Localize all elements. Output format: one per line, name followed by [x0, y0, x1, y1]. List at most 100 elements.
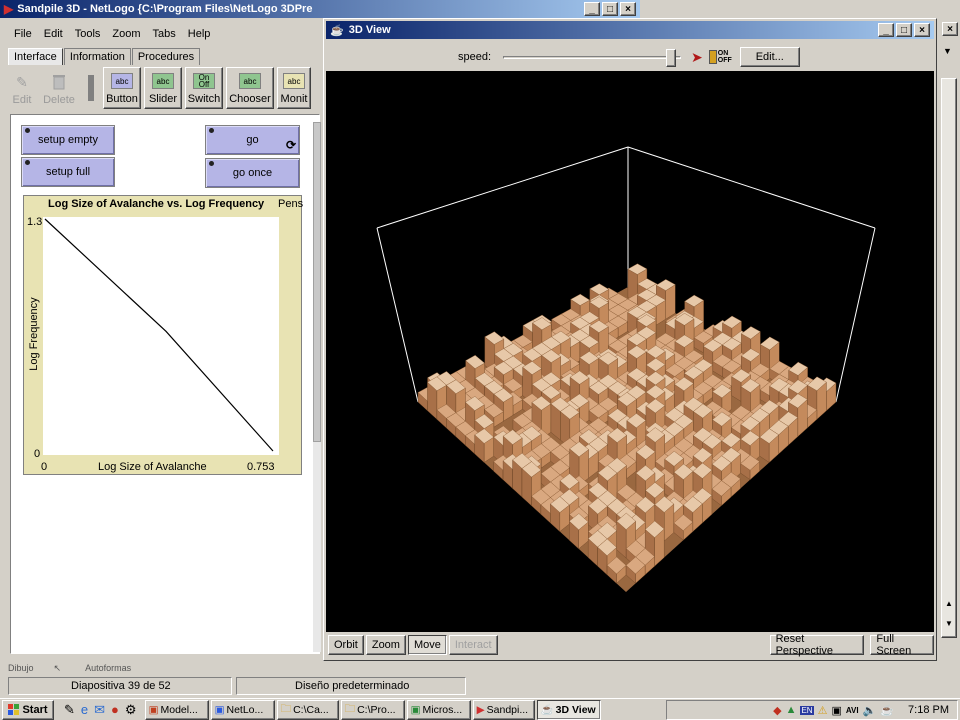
view3d-title-bar[interactable]: ☕ 3D View _ □ ×: [326, 21, 934, 39]
sandpile-3d-scene: [376, 146, 876, 592]
folder-icon: 🗀: [344, 702, 356, 715]
start-button[interactable]: Start: [2, 699, 54, 720]
y-tick-max: 1.3: [27, 216, 43, 228]
quick-launch: ✎ e ✉ ● ⚙: [64, 702, 137, 718]
bounding-box-edge: [627, 146, 876, 229]
task-folder-ca[interactable]: 🗀 C:\Ca...: [276, 699, 339, 720]
view3d-canvas[interactable]: [326, 71, 934, 632]
view3d-controls: speed: ➤ ON OFF Edit...: [324, 43, 936, 71]
forever-loop-icon: ⟳: [285, 138, 296, 152]
button-indicator-icon: [209, 128, 214, 133]
tray-java-icon[interactable]: ☕: [880, 704, 894, 717]
reset-perspective-button[interactable]: Reset Perspective: [769, 633, 865, 657]
draw-menu[interactable]: Dibujo: [8, 663, 34, 673]
full-screen-button[interactable]: Full Screen: [870, 633, 934, 657]
go-once-button[interactable]: go once: [205, 158, 300, 188]
tray-monitor-icon[interactable]: ▣: [831, 704, 841, 717]
plot-pens-label[interactable]: Pens: [278, 198, 303, 210]
task-3d-view[interactable]: ☕ 3D View: [536, 699, 601, 720]
edit-pad-icon[interactable]: ✎: [64, 702, 75, 718]
view3d-window: ☕ 3D View _ □ × speed: ➤ ON OFF Edit... O…: [323, 18, 937, 661]
background-scrollbar[interactable]: ▲ ▼: [941, 78, 957, 638]
tray-shield-icon[interactable]: ◆: [773, 704, 781, 717]
setup-empty-button[interactable]: setup empty: [21, 125, 115, 155]
speed-slider-thumb[interactable]: [666, 49, 677, 67]
add-slider-tool[interactable]: abc Slider: [144, 67, 182, 109]
minimize-icon[interactable]: _: [878, 23, 894, 37]
word-icon: ▣: [214, 703, 225, 716]
zoom-button[interactable]: Zoom: [365, 635, 406, 655]
switch-widget-icon: On Off: [193, 73, 215, 89]
delete-tool-button[interactable]: Delete: [39, 67, 79, 109]
pencil-icon: ✎: [16, 73, 28, 90]
task-sandpile[interactable]: ▶ Sandpi...: [472, 699, 535, 720]
scrollbar-thumb[interactable]: [313, 122, 321, 442]
system-tray: ◆ ▲ EN ⚠ ▣ AVI 🔈 ☕ 7:18 PM: [666, 700, 958, 720]
display-switch-icon[interactable]: ON OFF: [708, 50, 732, 64]
speed-slider-track: [503, 56, 682, 59]
clock: 7:18 PM: [908, 704, 949, 716]
tab-information[interactable]: Information: [63, 48, 131, 65]
task-folder-pro[interactable]: 🗀 C:\Pro...: [340, 699, 405, 720]
interface-scrollbar[interactable]: [313, 122, 321, 652]
select-arrow-icon[interactable]: ↖: [54, 663, 62, 674]
menu-zoom[interactable]: Zoom: [106, 26, 146, 42]
x-tick-min: 0: [41, 461, 48, 473]
media-icon[interactable]: ●: [111, 702, 119, 718]
tray-network-icon[interactable]: ▲: [786, 704, 797, 716]
minimize-icon[interactable]: _: [584, 2, 600, 16]
settings-icon[interactable]: ⚙: [125, 702, 137, 718]
scroll-up-icon[interactable]: ▲: [945, 599, 953, 608]
bounding-box-edge: [835, 227, 876, 403]
menu-tabs[interactable]: Tabs: [147, 26, 182, 42]
tray-lang-icon[interactable]: EN: [800, 705, 814, 715]
excel-icon: ▣: [410, 703, 421, 716]
maximize-icon[interactable]: □: [602, 2, 618, 16]
edit-button[interactable]: Edit...: [739, 47, 800, 67]
outlook-icon[interactable]: ✉: [94, 702, 105, 718]
tab-interface[interactable]: Interface: [8, 48, 63, 65]
netlogo-title-bar[interactable]: ▶ Sandpile 3D - NetLogo {C:\Program File…: [0, 0, 640, 18]
task-model[interactable]: ▣ Model...: [144, 699, 209, 720]
avalanche-plot[interactable]: Log Size of Avalanche vs. Log Frequency …: [23, 195, 303, 475]
drawing-toolbar: Dibujo ↖ Autoformas: [0, 662, 960, 674]
chevron-down-icon[interactable]: ▼: [943, 46, 952, 56]
close-icon[interactable]: ×: [914, 23, 930, 37]
x-axis-label: Log Size of Avalanche: [98, 461, 207, 473]
view3d-window-title: 3D View: [348, 24, 391, 36]
scroll-down-icon[interactable]: ▼: [945, 619, 953, 628]
menu-help[interactable]: Help: [182, 26, 217, 42]
close-icon[interactable]: ×: [620, 2, 636, 16]
add-button-tool[interactable]: abc Button: [103, 67, 141, 109]
menu-tools[interactable]: Tools: [69, 26, 107, 42]
tab-procedures[interactable]: Procedures: [131, 48, 201, 65]
task-netlogo-doc[interactable]: ▣ NetLo...: [210, 699, 275, 720]
speed-arrow-icon[interactable]: ➤: [691, 49, 703, 66]
status-bar: Diapositiva 39 de 52 Diseño predetermina…: [0, 676, 960, 696]
tray-warning-icon[interactable]: ⚠: [818, 704, 828, 717]
orbit-button[interactable]: Orbit: [328, 635, 364, 655]
speed-label: speed:: [458, 51, 492, 63]
menu-file[interactable]: File: [8, 26, 38, 42]
setup-full-button[interactable]: setup full: [21, 157, 115, 187]
button-widget-icon: abc: [111, 73, 133, 89]
add-monitor-tool[interactable]: abc Monit: [277, 67, 311, 109]
background-window-edge: × ▼ ▲ ▼: [937, 18, 960, 663]
close-icon[interactable]: ×: [942, 22, 958, 36]
add-chooser-tool[interactable]: abc Chooser: [226, 67, 274, 109]
plot-line-svg: [44, 218, 274, 452]
maximize-icon[interactable]: □: [896, 23, 912, 37]
go-button[interactable]: go ⟳: [205, 125, 300, 155]
monitor-widget-icon: abc: [283, 73, 305, 89]
move-button[interactable]: Move: [407, 635, 447, 655]
edit-tool-button[interactable]: ✎ Edit: [8, 67, 36, 109]
add-switch-tool[interactable]: On Off Switch: [185, 67, 223, 109]
menu-edit[interactable]: Edit: [38, 26, 69, 42]
tray-avi-icon[interactable]: AVI: [846, 706, 859, 715]
speed-slider[interactable]: [503, 47, 683, 67]
task-microsoft[interactable]: ▣ Micros...: [406, 699, 471, 720]
java-cup-icon: ☕: [540, 704, 554, 716]
autoshapes-menu[interactable]: Autoformas: [85, 663, 131, 673]
tray-volume-icon[interactable]: 🔈: [863, 704, 877, 717]
ie-icon[interactable]: e: [81, 702, 88, 718]
